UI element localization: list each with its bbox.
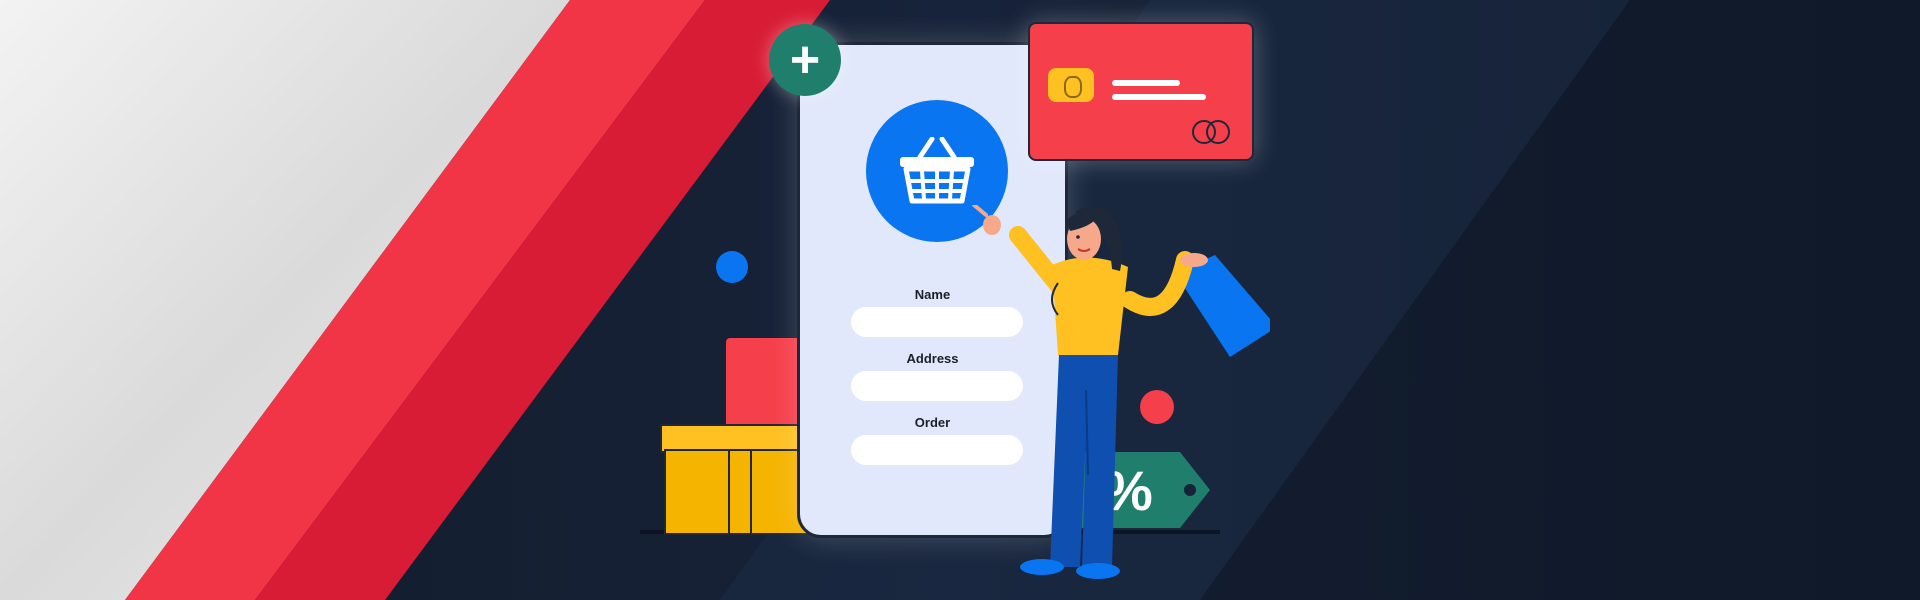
credit-card-icon: [1028, 22, 1254, 161]
add-button[interactable]: +: [769, 24, 841, 96]
blue-dot: [716, 251, 748, 283]
basket-icon: [900, 137, 974, 204]
card-line: [1112, 80, 1180, 86]
card-line: [1112, 94, 1206, 100]
card-chip: [1048, 68, 1094, 102]
gift-box-icon: [660, 424, 814, 535]
card-logo-ring: [1206, 120, 1230, 144]
woman-shopper-illustration: [972, 205, 1270, 579]
red-shopping-bag: [726, 338, 806, 428]
plus-icon: +: [789, 31, 821, 89]
